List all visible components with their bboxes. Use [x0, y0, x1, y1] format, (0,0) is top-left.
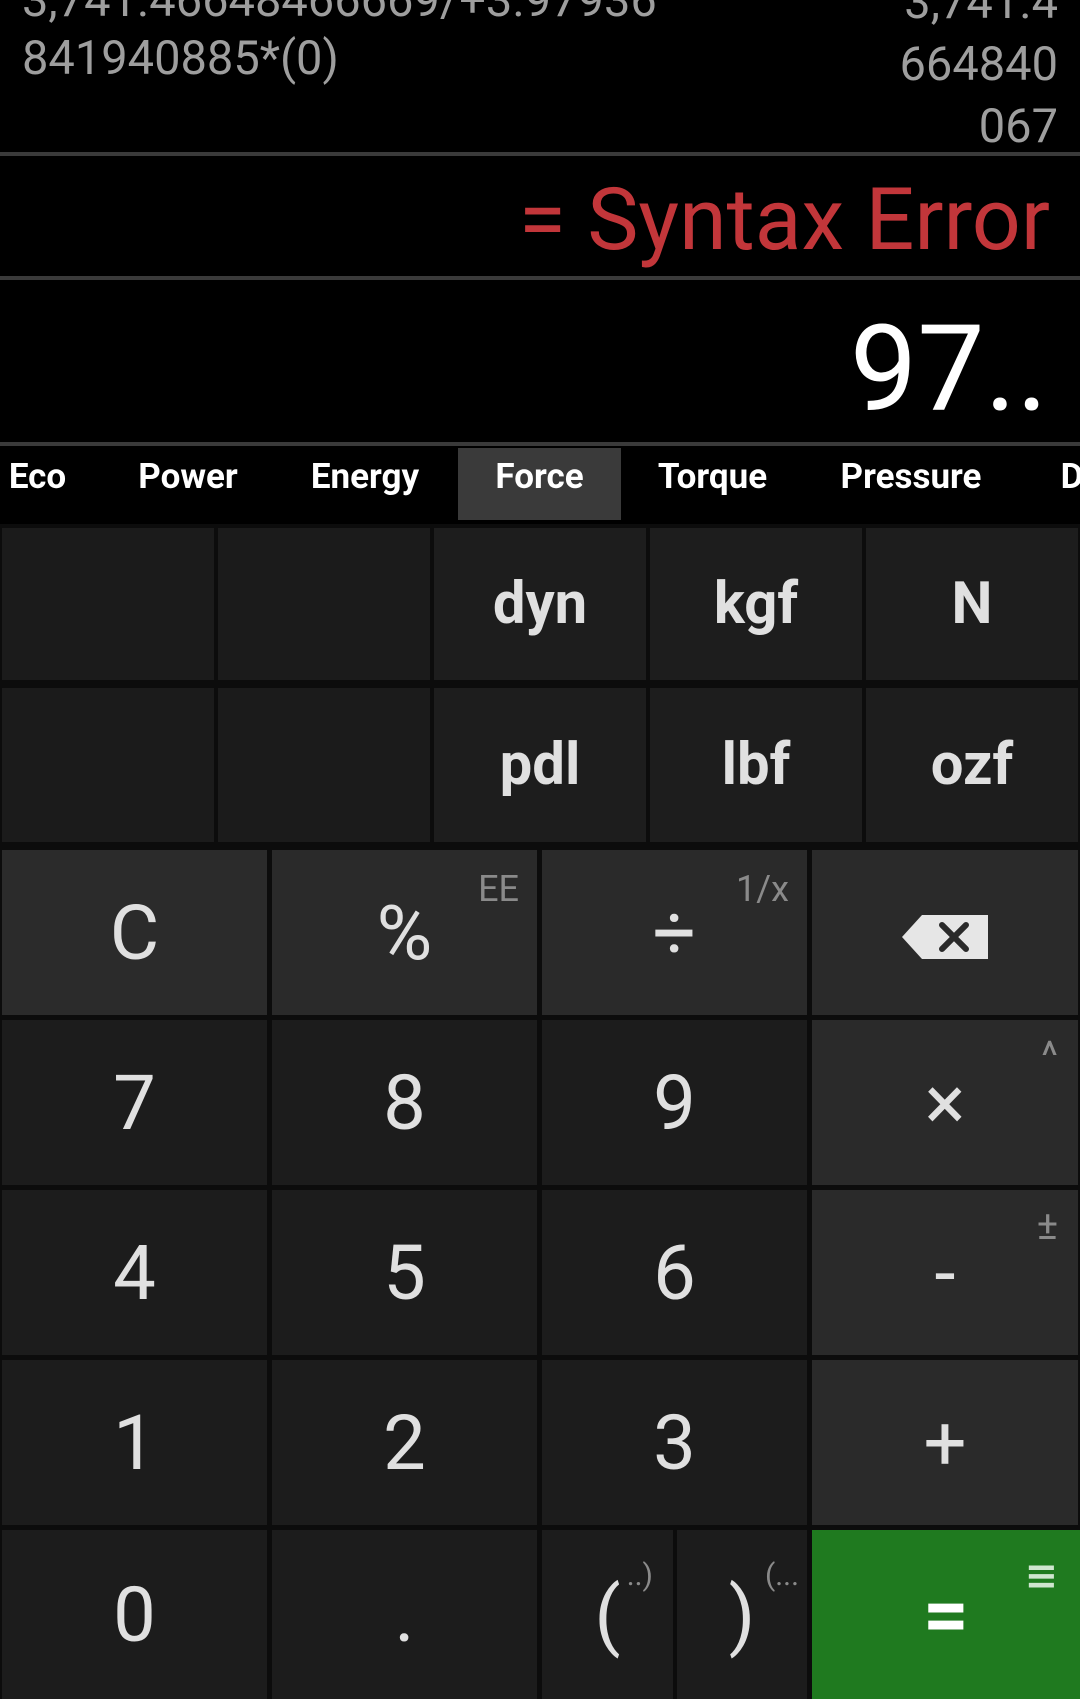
- digit-4-button[interactable]: 4: [2, 1190, 267, 1355]
- multiply-button[interactable]: × ^: [812, 1020, 1078, 1185]
- reciprocal-label: 1/x: [736, 868, 789, 910]
- power-label: ^: [1041, 1032, 1058, 1079]
- equals-label: =: [923, 1567, 969, 1662]
- digit-label: 1: [113, 1397, 156, 1488]
- tab-torque[interactable]: Torque: [645, 448, 780, 520]
- unit-kgf-button[interactable]: kgf: [650, 528, 862, 680]
- plus-button[interactable]: +: [812, 1360, 1078, 1525]
- unit-empty: [218, 528, 430, 680]
- digit-8-button[interactable]: 8: [272, 1020, 537, 1185]
- digit-1-button[interactable]: 1: [2, 1360, 267, 1525]
- digit-label: 4: [113, 1227, 156, 1318]
- unit-empty: [2, 688, 214, 842]
- digit-6-button[interactable]: 6: [542, 1190, 807, 1355]
- multiply-label: ×: [924, 1057, 966, 1148]
- digit-label: 6: [653, 1227, 696, 1318]
- keypad: C % EE ÷ 1/x 7 8 9 × ^ 4 5 6 - ± 1 2 3 +…: [0, 846, 1080, 1699]
- open-paren-button[interactable]: ( ..): [542, 1530, 673, 1699]
- digit-label: 2: [383, 1397, 426, 1488]
- open-paren-label: (: [594, 1569, 621, 1660]
- digit-label: 3: [653, 1397, 696, 1488]
- digit-3-button[interactable]: 3: [542, 1360, 807, 1525]
- tab-force[interactable]: Force: [458, 448, 621, 520]
- divide-label: ÷: [652, 887, 697, 978]
- equals-button[interactable]: = ≡: [812, 1530, 1080, 1699]
- digit-5-button[interactable]: 5: [272, 1190, 537, 1355]
- unit-empty: [2, 528, 214, 680]
- digit-7-button[interactable]: 7: [2, 1020, 267, 1185]
- backspace-icon: [902, 888, 988, 978]
- plus-label: +: [923, 1397, 967, 1488]
- unit-category-tabs[interactable]: Eco Power Energy Force Torque Pressure D: [0, 448, 1080, 520]
- history-result: 3,741.4 664840 067: [900, 0, 1059, 152]
- digit-2-button[interactable]: 2: [272, 1360, 537, 1525]
- unit-n-button[interactable]: N: [866, 528, 1078, 680]
- history-panel: 3,741.46648466669/+3.97936 841940885*(0)…: [0, 0, 1080, 152]
- digit-9-button[interactable]: 9: [542, 1020, 807, 1185]
- clear-button[interactable]: C: [2, 850, 267, 1015]
- tab-d[interactable]: D: [1052, 448, 1080, 520]
- tab-energy[interactable]: Energy: [290, 448, 440, 520]
- decimal-point-button[interactable]: .: [272, 1530, 537, 1699]
- divider: [0, 276, 1080, 280]
- close-paren-button[interactable]: ) (...: [677, 1530, 807, 1699]
- unit-ozf-button[interactable]: ozf: [866, 688, 1078, 842]
- digit-0-button[interactable]: 0: [2, 1530, 267, 1699]
- menu-icon: ≡: [1024, 1552, 1058, 1599]
- unit-lbf-button[interactable]: lbf: [650, 688, 862, 842]
- history-result-line: 3,741.4: [904, 0, 1058, 30]
- tab-power[interactable]: Power: [118, 448, 258, 520]
- plus-minus-label: ±: [1036, 1202, 1058, 1249]
- digit-label: 8: [383, 1057, 426, 1148]
- percent-label: %: [376, 887, 433, 978]
- divider: [0, 442, 1080, 446]
- close-paren-label: ): [728, 1569, 756, 1660]
- error-message: = Syntax Error: [518, 169, 1050, 270]
- minus-button[interactable]: - ±: [812, 1190, 1078, 1355]
- divider: [0, 152, 1080, 156]
- digit-label: 0: [113, 1569, 156, 1660]
- unit-grid: dyn kgf N pdl lbf ozf: [0, 524, 1080, 846]
- backspace-button[interactable]: [812, 850, 1078, 1015]
- history-expression-line: 841940885*(0): [22, 31, 339, 86]
- main-display[interactable]: 97..: [850, 300, 1048, 440]
- tab-eco[interactable]: Eco: [0, 448, 75, 520]
- digit-label: 7: [113, 1057, 156, 1148]
- unit-pdl-button[interactable]: pdl: [434, 688, 646, 842]
- minus-label: -: [934, 1227, 956, 1318]
- history-result-line: 067: [978, 99, 1058, 152]
- decimal-label: .: [394, 1569, 415, 1660]
- divide-button[interactable]: ÷ 1/x: [542, 850, 807, 1015]
- ee-label: EE: [478, 868, 519, 910]
- history-result-line: 664840: [899, 37, 1059, 92]
- tab-pressure[interactable]: Pressure: [825, 448, 997, 520]
- unit-empty: [218, 688, 430, 842]
- unit-dyn-button[interactable]: dyn: [434, 528, 646, 680]
- open-paren-hint: ..): [626, 1558, 653, 1593]
- history-expression: 3,741.46648466669/+3.97936 841940885*(0): [22, 0, 657, 88]
- close-paren-hint: (...: [765, 1558, 799, 1593]
- clear-label: C: [109, 887, 160, 978]
- history-expression-line: 3,741.46648466669/+3.97936: [22, 0, 657, 28]
- percent-button[interactable]: % EE: [272, 850, 537, 1015]
- digit-label: 9: [653, 1057, 696, 1148]
- digit-label: 5: [383, 1227, 426, 1318]
